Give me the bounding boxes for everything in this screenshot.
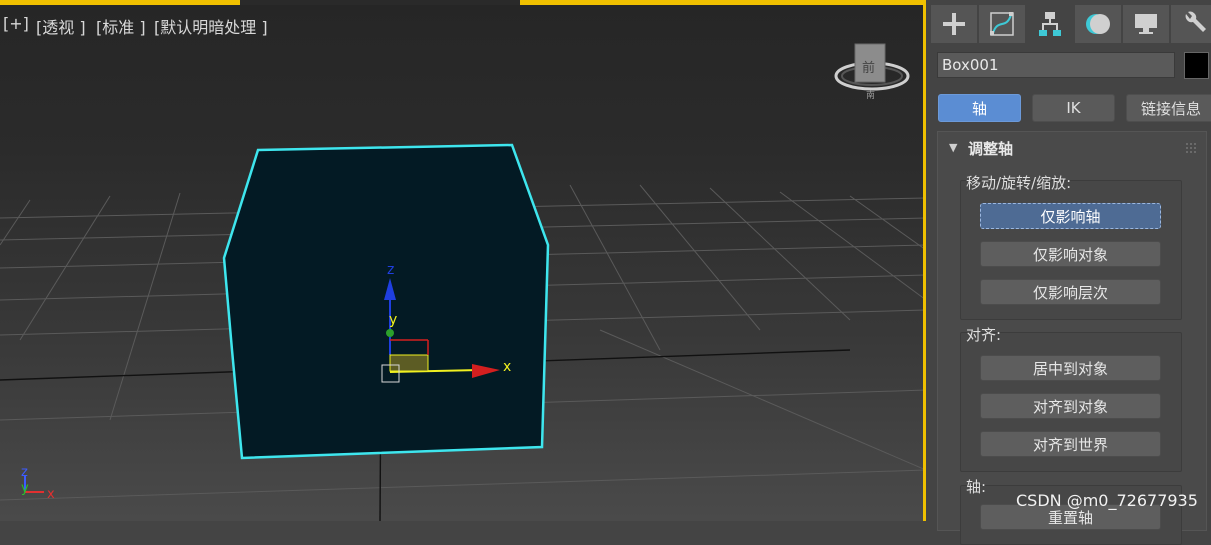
- viewport-menu-shading[interactable]: [默认明暗处理 ]: [154, 14, 268, 38]
- box001-object[interactable]: [222, 143, 550, 460]
- plus-icon: [943, 13, 965, 35]
- tab-modify[interactable]: [979, 5, 1025, 43]
- gizmo-xy-plane-handle[interactable]: [389, 354, 429, 372]
- viewport-scene: z y x 前 南 z y x: [0, 43, 926, 521]
- world-axis-tripod: z y x: [21, 465, 55, 502]
- object-color-swatch[interactable]: [1184, 52, 1209, 79]
- wrench-icon: [1185, 11, 1206, 32]
- perspective-viewport[interactable]: z y x 前 南 z y x [+] [透视 ] [标准 ] [默认明暗处理 …: [0, 0, 926, 521]
- align-to-world-button[interactable]: 对齐到世界: [980, 431, 1161, 457]
- gizmo-y-pivot[interactable]: [386, 329, 394, 337]
- watermark: CSDN @m0_72677935: [1016, 491, 1198, 510]
- rollout-header[interactable]: ▼ 调整轴: [938, 132, 1206, 162]
- command-panel: 轴 IK 链接信息 ▼ 调整轴 移动/旋转/缩放: 仅影响轴 仅影响对象 仅影响…: [926, 0, 1211, 545]
- drag-grip-icon[interactable]: [1186, 143, 1196, 153]
- motion-icon: [1086, 14, 1110, 34]
- modify-curve-icon: [990, 12, 1014, 36]
- tripod-z-label: z: [21, 465, 28, 480]
- subtab-pivot[interactable]: 轴: [938, 94, 1021, 122]
- affect-object-only-button[interactable]: 仅影响对象: [980, 241, 1161, 267]
- align-to-object-button[interactable]: 对齐到对象: [980, 393, 1161, 419]
- move-rotate-scale-label: 移动/旋转/缩放:: [966, 174, 1072, 192]
- pivot-label: 轴:: [966, 478, 987, 496]
- subtab-link-info[interactable]: 链接信息: [1126, 94, 1211, 122]
- rollout-title: 调整轴: [968, 140, 1014, 158]
- gizmo-z-label: z: [387, 262, 394, 278]
- tab-motion[interactable]: [1075, 5, 1121, 43]
- tab-hierarchy[interactable]: [1027, 5, 1073, 43]
- viewcube-face-label: 前: [862, 60, 875, 76]
- subtab-ik[interactable]: IK: [1032, 94, 1115, 122]
- center-to-object-button[interactable]: 居中到对象: [980, 355, 1161, 381]
- viewport-menu-plus[interactable]: [+]: [3, 14, 29, 33]
- affect-pivot-only-button[interactable]: 仅影响轴: [980, 203, 1161, 229]
- viewcube-south-label: 南: [866, 89, 875, 101]
- viewport-menu-standard[interactable]: [标准 ]: [96, 14, 146, 38]
- adjust-pivot-rollout: ▼ 调整轴 移动/旋转/缩放: 仅影响轴 仅影响对象 仅影响层次 对齐: 居中到…: [937, 131, 1207, 545]
- collapse-triangle-icon[interactable]: ▼: [949, 141, 957, 154]
- gizmo-x-label: x: [503, 359, 511, 375]
- tab-utilities[interactable]: [1171, 5, 1211, 43]
- viewcube[interactable]: 前 南: [834, 43, 910, 101]
- viewport-border-gap: [240, 0, 520, 5]
- viewport-menu-perspective[interactable]: [透视 ]: [36, 14, 86, 38]
- tab-create[interactable]: [931, 5, 977, 43]
- gizmo-y-label: y: [389, 312, 397, 328]
- alignment-label: 对齐:: [966, 326, 1002, 344]
- tab-display[interactable]: [1123, 5, 1169, 43]
- tripod-y-label: y: [21, 481, 29, 496]
- affect-hierarchy-only-button[interactable]: 仅影响层次: [980, 279, 1161, 305]
- hierarchy-icon: [1039, 12, 1061, 36]
- object-name-field[interactable]: [937, 52, 1175, 78]
- display-monitor-icon: [1135, 14, 1157, 34]
- tripod-x-label: x: [47, 487, 55, 502]
